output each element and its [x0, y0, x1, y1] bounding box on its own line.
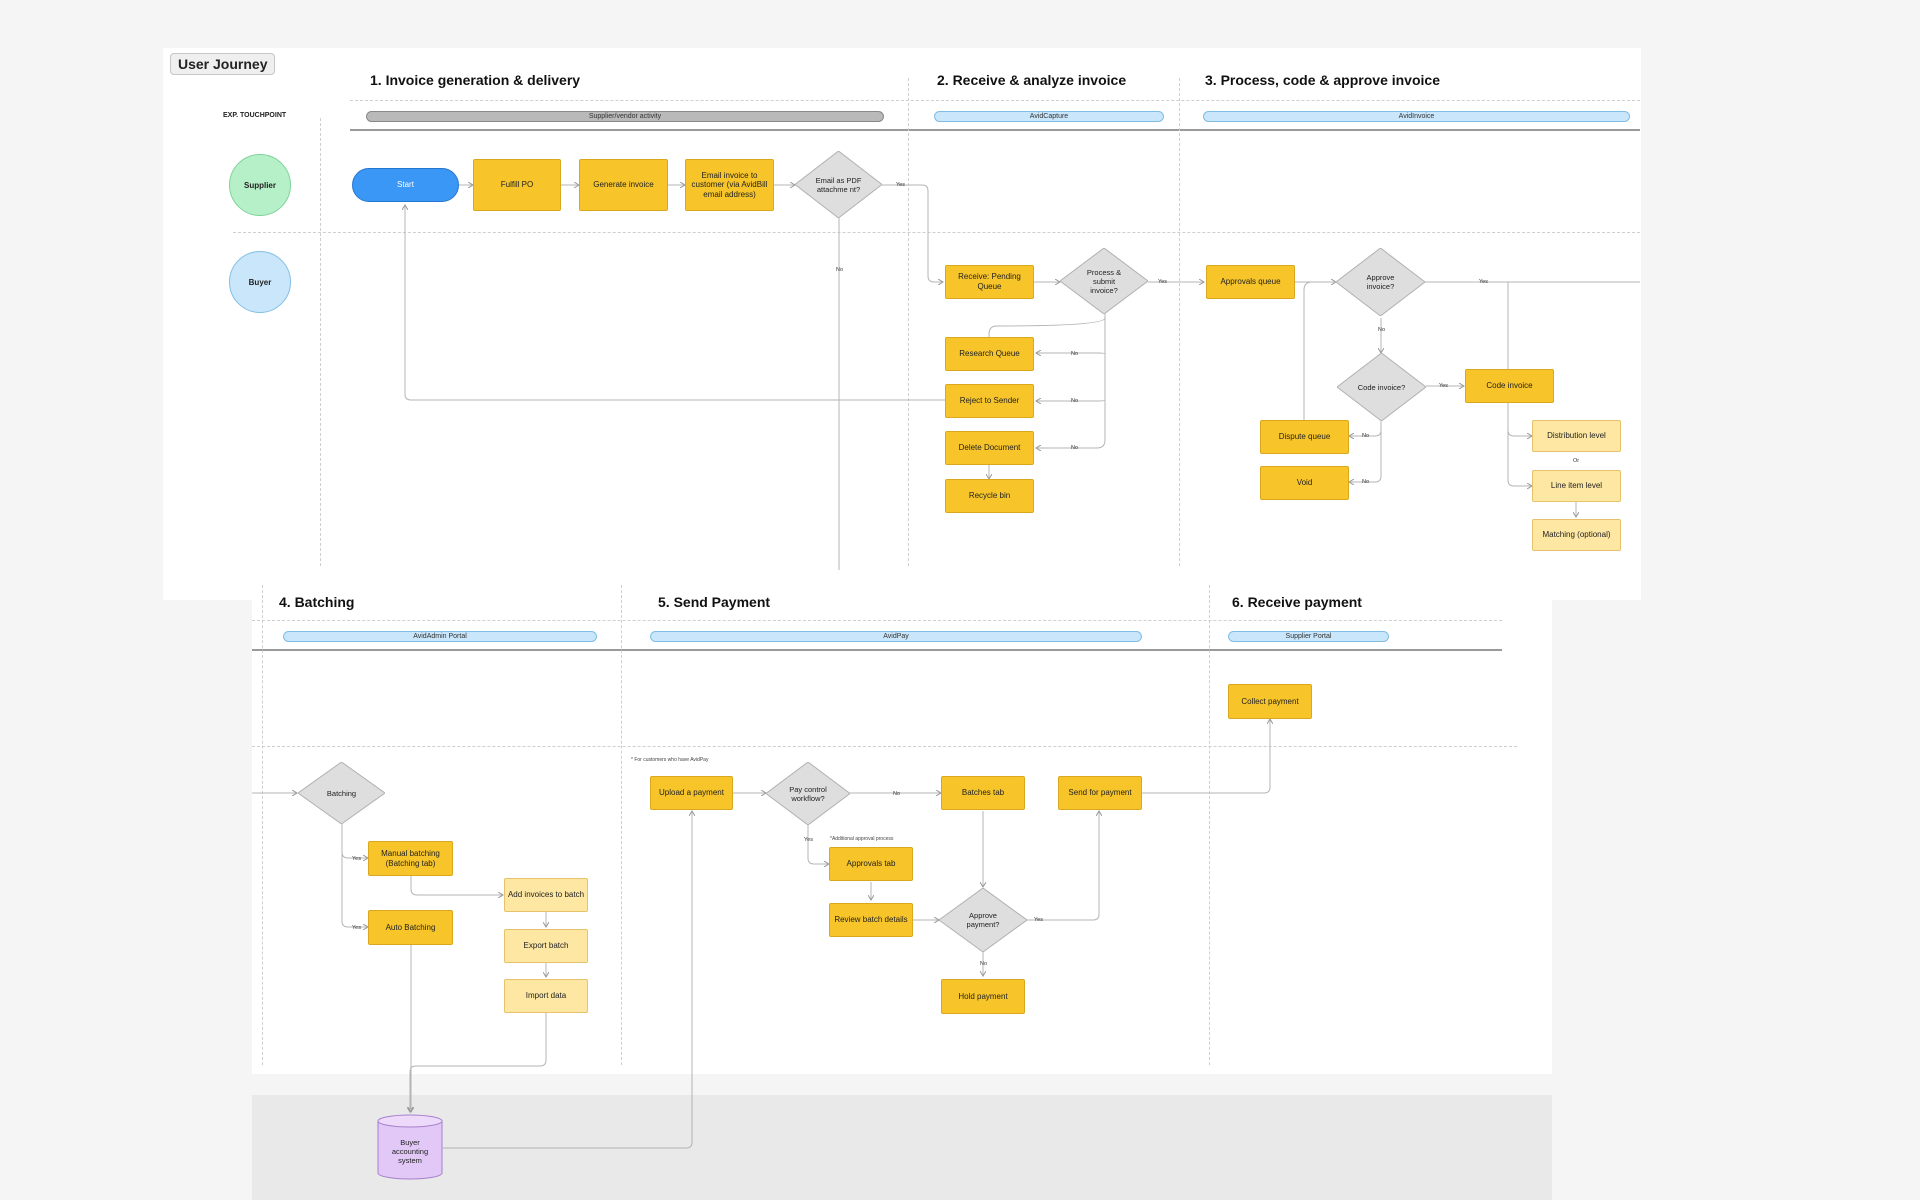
auto-batching-step[interactable]: Auto Batching	[368, 910, 453, 945]
yes-label: Yes	[1034, 917, 1043, 923]
decision-label: Approve payment?	[966, 911, 1000, 929]
email-pdf-decision[interactable]: Email as PDF attachme nt?	[795, 151, 882, 218]
lane-divider	[350, 100, 1640, 101]
recycle-bin-step[interactable]: Recycle bin	[945, 479, 1034, 513]
buyer-accounting-database[interactable]: Buyer accounting system	[377, 1114, 443, 1180]
code-invoice-decision[interactable]: Code invoice?	[1337, 353, 1426, 421]
yes-label: Yes	[1158, 279, 1167, 285]
collect-payment-step[interactable]: Collect payment	[1228, 684, 1312, 719]
touchpoint-pill[interactable]: AvidInvoice	[1203, 111, 1630, 122]
upload-payment-step[interactable]: Upload a payment	[650, 776, 733, 810]
phase-heading: 5. Send Payment	[658, 594, 771, 610]
phase-heading: 1. Invoice generation & delivery	[370, 72, 581, 88]
import-data-step[interactable]: Import data	[504, 979, 588, 1013]
touchpoint-pill[interactable]: AvidPay	[650, 631, 1142, 642]
fulfill-po-step[interactable]: Fulfill PO	[473, 159, 561, 211]
line-item-level-step[interactable]: Line item level	[1532, 470, 1621, 502]
approvals-queue-step[interactable]: Approvals queue	[1206, 265, 1295, 299]
touchpoint-pill[interactable]: AvidAdmin Portal	[283, 631, 597, 642]
database-label: Buyer accounting system	[391, 1137, 429, 1165]
generate-invoice-step[interactable]: Generate invoice	[579, 159, 668, 211]
no-label: No	[1362, 433, 1370, 439]
yes-label: Yes	[1479, 279, 1488, 285]
no-label: No	[836, 267, 844, 273]
code-invoice-step[interactable]: Code invoice	[1465, 369, 1554, 403]
no-label: No	[1071, 351, 1079, 357]
export-batch-step[interactable]: Export batch	[504, 929, 588, 963]
touchpoint-divider	[350, 129, 1640, 131]
email-invoice-step[interactable]: Email invoice to customer (via AvidBill …	[685, 159, 774, 211]
lane-divider	[252, 620, 1502, 621]
phase-divider	[1209, 585, 1210, 1065]
decision-label: Process & submit invoice?	[1086, 267, 1122, 295]
manual-batching-step[interactable]: Manual batching (Batching tab)	[368, 841, 453, 876]
lane-divider	[252, 746, 1517, 747]
research-queue-step[interactable]: Research Queue	[945, 337, 1034, 371]
matching-step[interactable]: Matching (optional)	[1532, 519, 1621, 551]
decision-label: Batching	[326, 788, 357, 798]
pay-control-decision[interactable]: Pay control workflow?	[766, 762, 850, 825]
no-label: No	[1378, 327, 1386, 333]
phase-heading: 3. Process, code & approve invoice	[1205, 72, 1440, 88]
column-divider	[320, 118, 321, 566]
additional-approval-note: *Additional approval process	[830, 836, 894, 842]
buyer-actor[interactable]: Buyer	[229, 251, 291, 313]
yes-label: Yes	[352, 856, 361, 862]
phase-heading: 2. Receive & analyze invoice	[937, 72, 1127, 88]
start-node[interactable]: Start	[352, 168, 459, 202]
no-label: No	[1362, 479, 1370, 485]
batching-decision[interactable]: Batching	[298, 762, 385, 824]
decision-label: Pay control workflow?	[789, 784, 827, 803]
batches-tab-step[interactable]: Batches tab	[941, 776, 1025, 810]
touchpoint-pill[interactable]: Supplier Portal	[1228, 631, 1389, 642]
delete-document-step[interactable]: Delete Document	[945, 431, 1034, 465]
dispute-queue-step[interactable]: Dispute queue	[1260, 420, 1349, 454]
receive-pending-label: Receive: Pending Queue	[958, 272, 1021, 291]
yes-label: Yes	[352, 925, 361, 931]
touchpoint-divider	[252, 649, 1502, 651]
void-step[interactable]: Void	[1260, 466, 1349, 500]
phase-divider	[908, 78, 909, 566]
process-submit-decision[interactable]: Process & submit invoice?	[1060, 248, 1148, 314]
phase-heading: 4. Batching	[279, 594, 355, 610]
hold-payment-step[interactable]: Hold payment	[941, 979, 1025, 1014]
yes-label: Yes	[1439, 383, 1448, 389]
supplier-actor[interactable]: Supplier	[229, 154, 291, 216]
phase-divider	[621, 585, 622, 1065]
touchpoint-label: EXP. TOUCHPOINT	[223, 112, 287, 119]
distribution-level-step[interactable]: Distribution level	[1532, 420, 1621, 452]
or-label: Or	[1573, 458, 1580, 464]
yes-label: Yes	[896, 182, 905, 188]
review-batch-step[interactable]: Review batch details	[829, 903, 913, 937]
phase-heading: 6. Receive payment	[1232, 594, 1362, 610]
touchpoint-pill[interactable]: AvidCapture	[934, 111, 1164, 122]
lane-divider	[233, 232, 1640, 233]
yes-label: Yes	[804, 837, 813, 843]
bottom-gray-band	[252, 1095, 1552, 1200]
approvals-tab-step[interactable]: Approvals tab	[829, 847, 913, 881]
receive-pending-queue-step[interactable]: Receive: Pending Queue	[945, 265, 1034, 299]
touchpoint-pill[interactable]: Supplier/vendor activity	[366, 111, 884, 122]
page-title[interactable]: User Journey	[170, 53, 276, 75]
approve-payment-decision[interactable]: Approve payment?	[939, 888, 1027, 952]
no-label: No	[893, 791, 901, 797]
no-label: No	[1071, 445, 1079, 451]
decision-label: Email as PDF attachme nt?	[815, 175, 862, 194]
no-label: No	[980, 961, 988, 967]
decision-label: Code invoice?	[1357, 382, 1406, 392]
no-label: No	[1071, 398, 1079, 404]
avidpay-note: * For customers who have AvidPay	[631, 757, 709, 763]
send-for-payment-step[interactable]: Send for payment	[1058, 776, 1142, 810]
phase-divider	[262, 585, 263, 1065]
approve-invoice-decision[interactable]: Approve invoice?	[1336, 248, 1425, 316]
phase-divider	[1179, 78, 1180, 566]
add-invoices-step[interactable]: Add invoices to batch	[504, 878, 588, 912]
decision-label: Approve invoice?	[1366, 273, 1395, 291]
reject-to-sender-step[interactable]: Reject to Sender	[945, 384, 1034, 418]
